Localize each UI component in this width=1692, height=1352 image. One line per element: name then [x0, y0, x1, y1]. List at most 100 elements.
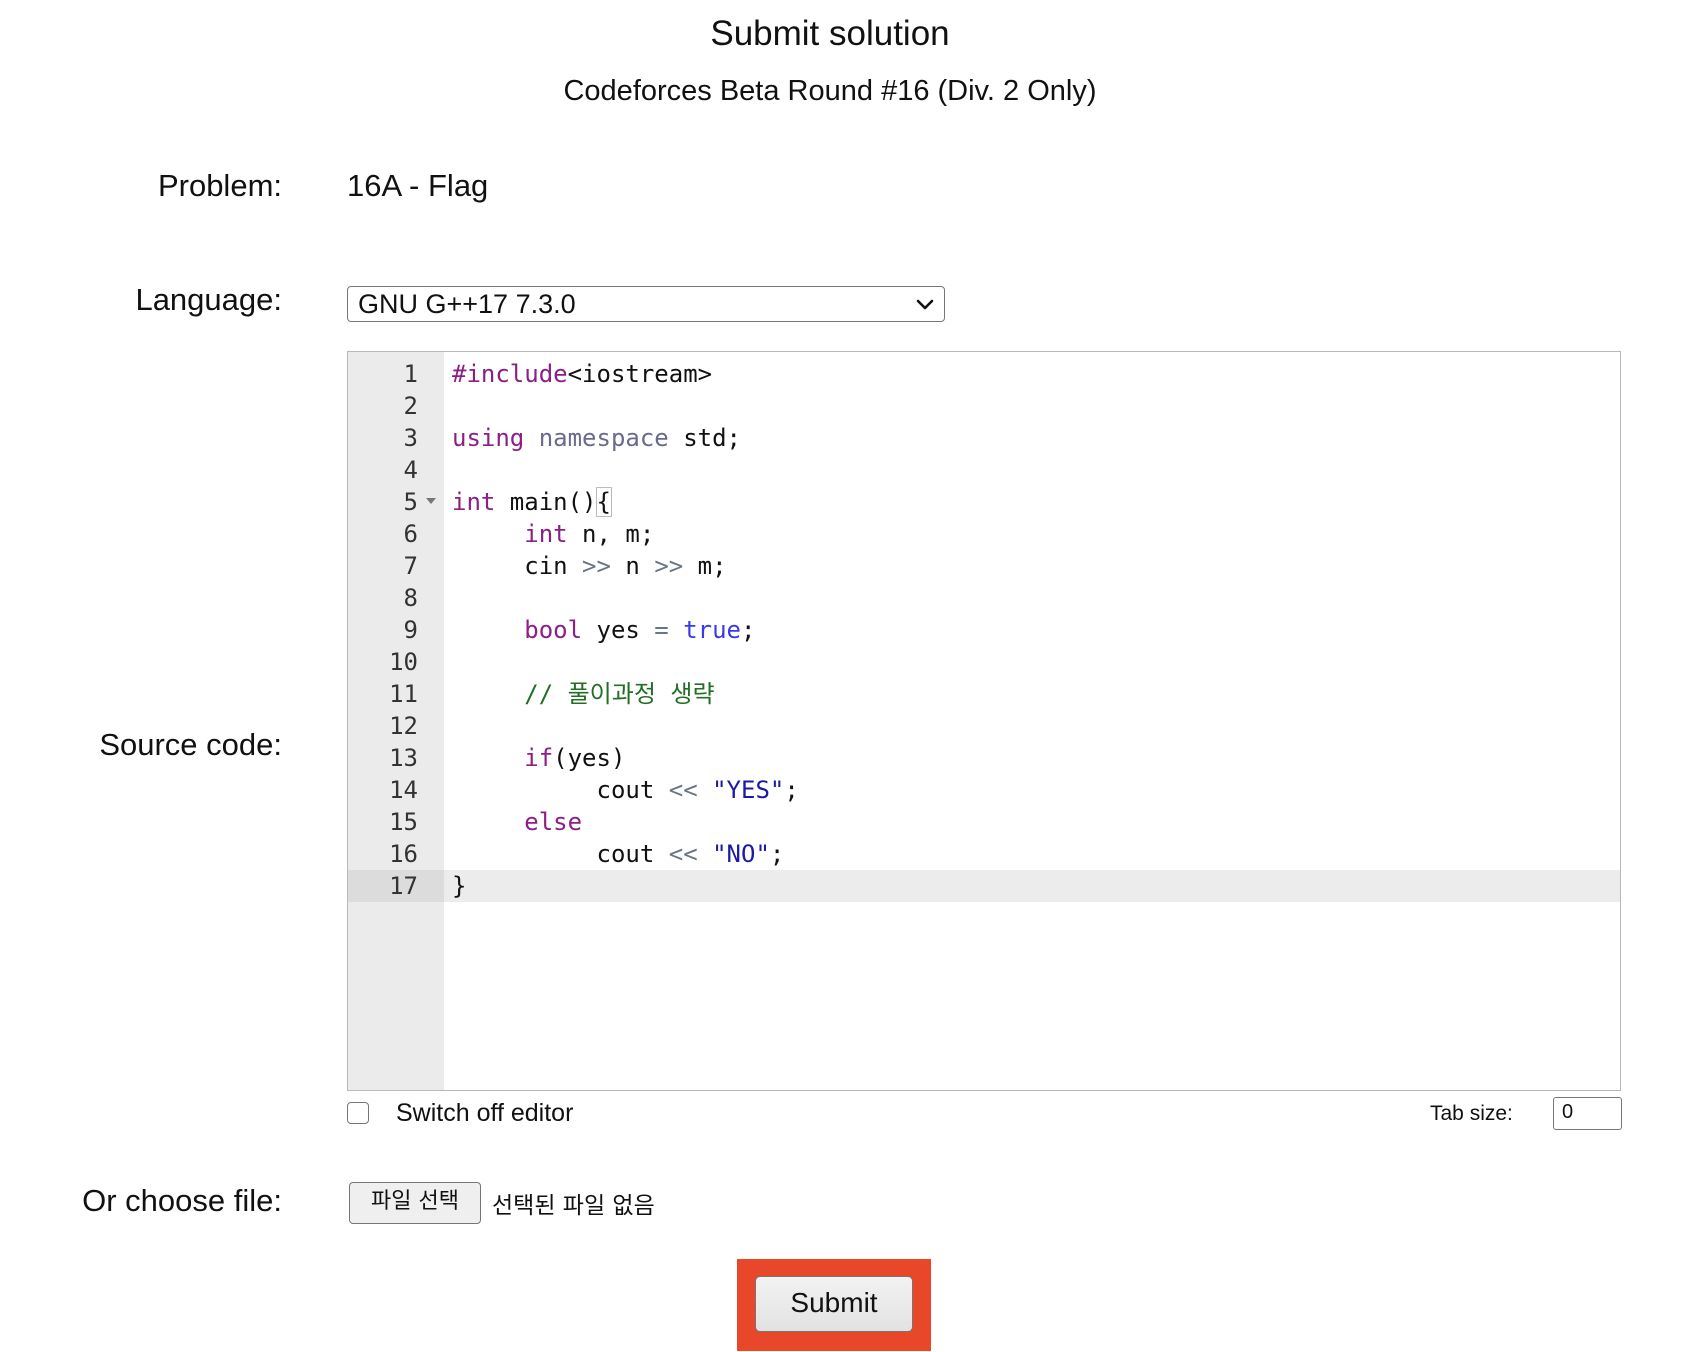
code-token: ; [741, 616, 756, 644]
switch-off-editor-row: Switch off editor [347, 1095, 573, 1131]
code-line[interactable]: 8 [348, 582, 1620, 614]
code-line[interactable]: 9 bool yes = true; [348, 614, 1620, 646]
code-token: { [595, 487, 613, 517]
code-text: int main(){ [452, 486, 613, 518]
submit-button[interactable]: Submit [755, 1276, 913, 1332]
line-number: 15 [389, 808, 418, 836]
code-token: m; [683, 552, 727, 580]
code-text: int n, m; [452, 518, 654, 550]
code-token: cout [452, 776, 669, 804]
line-number: 2 [403, 392, 418, 420]
code-text: cin >> n >> m; [452, 550, 727, 582]
line-number: 12 [389, 712, 418, 740]
line-number: 4 [403, 456, 418, 484]
code-line[interactable]: 10 [348, 646, 1620, 678]
line-number: 10 [389, 648, 418, 676]
code-line[interactable]: 17} [348, 870, 1620, 902]
code-line[interactable]: 5 int main(){ [348, 486, 1620, 518]
switch-off-editor-checkbox[interactable] [347, 1102, 369, 1124]
line-number: 14 [389, 776, 418, 804]
code-line[interactable]: 13 if(yes) [348, 742, 1620, 774]
code-line[interactable]: 11 // 풀이과정 생략 [348, 678, 1620, 710]
language-select[interactable]: GNU G++17 7.3.0 [347, 286, 945, 322]
code-token: "NO" [712, 840, 770, 868]
code-text: } [452, 870, 466, 902]
code-token: "YES" [712, 776, 785, 804]
page-title: Submit solution [710, 14, 950, 53]
code-editor[interactable]: 1 #include<iostream> 2 3 using namespace std… [347, 351, 1621, 1091]
choose-file-button[interactable]: 파일 선택 [349, 1182, 481, 1224]
tab-size-input[interactable]: 0 [1553, 1097, 1622, 1130]
switch-off-editor-label[interactable]: Switch off editor [396, 1099, 573, 1128]
code-line[interactable]: 2 [348, 390, 1620, 422]
language-label: Language: [135, 282, 282, 317]
code-text: if(yes) [452, 742, 625, 774]
code-token: >> [582, 552, 611, 580]
code-token: cout [452, 840, 669, 868]
code-line[interactable]: 6 int n, m; [348, 518, 1620, 550]
code-text: #include<iostream> [452, 358, 712, 390]
code-text: cout << "YES"; [452, 774, 799, 806]
line-number: 7 [403, 552, 418, 580]
choose-file-label: Or choose file: [82, 1183, 282, 1218]
code-token: main() [495, 488, 597, 516]
code-text: // 풀이과정 생략 [452, 678, 715, 710]
code-token: using [452, 424, 525, 452]
chevron-down-icon [916, 299, 934, 310]
line-number: 16 [389, 840, 418, 868]
code-token: namespace [538, 424, 669, 452]
line-number: 11 [389, 680, 418, 708]
file-status: 선택된 파일 없음 [492, 1193, 655, 1219]
code-line[interactable]: 3 using namespace std; [348, 422, 1620, 454]
code-token: if [524, 744, 554, 772]
line-number: 5 [403, 488, 418, 516]
source-code-label: Source code: [99, 727, 282, 762]
code-line[interactable]: 16 cout << "NO"; [348, 838, 1620, 870]
code-token: std; [668, 424, 741, 452]
code-token: <iostream> [567, 360, 713, 388]
code-line[interactable]: 7 cin >> n >> m; [348, 550, 1620, 582]
line-number: 17 [389, 872, 418, 900]
line-number: 3 [403, 424, 418, 452]
code-token: cin [452, 552, 583, 580]
code-token: else [524, 808, 583, 836]
code-token: (yes) [553, 744, 626, 772]
language-selected-value: GNU G++17 7.3.0 [358, 288, 576, 319]
fold-arrow-icon[interactable] [426, 498, 436, 504]
code-token: int [452, 488, 496, 516]
code-line[interactable]: 1 #include<iostream> [348, 358, 1620, 390]
code-token: n [610, 552, 655, 580]
tab-size-label: Tab size: [1430, 1102, 1513, 1125]
code-token: >> [654, 552, 684, 580]
code-token: // 풀이과정 생략 [524, 680, 715, 708]
code-text: cout << "NO"; [452, 838, 784, 870]
code-token: int [524, 520, 568, 548]
code-line[interactable]: 4 [348, 454, 1620, 486]
code-token: true [683, 616, 741, 644]
code-token: << [668, 776, 698, 804]
code-token: } [452, 872, 467, 900]
code-token: ; [784, 776, 799, 804]
code-token: n, m; [567, 520, 655, 548]
line-number: 1 [403, 360, 418, 388]
code-line[interactable]: 14 cout << "YES"; [348, 774, 1620, 806]
code-text: using namespace std; [452, 422, 741, 454]
contest-name: Codeforces Beta Round #16 (Div. 2 Only) [563, 75, 1097, 107]
code-token: << [668, 840, 698, 868]
code-token: = [654, 616, 669, 644]
code-line[interactable]: 12 [348, 710, 1620, 742]
code-line[interactable]: 15 else [348, 806, 1620, 838]
problem-value: 16A - Flag [347, 168, 489, 203]
line-number: 9 [403, 616, 418, 644]
code-token: bool [524, 616, 583, 644]
code-token: #include [452, 360, 568, 388]
